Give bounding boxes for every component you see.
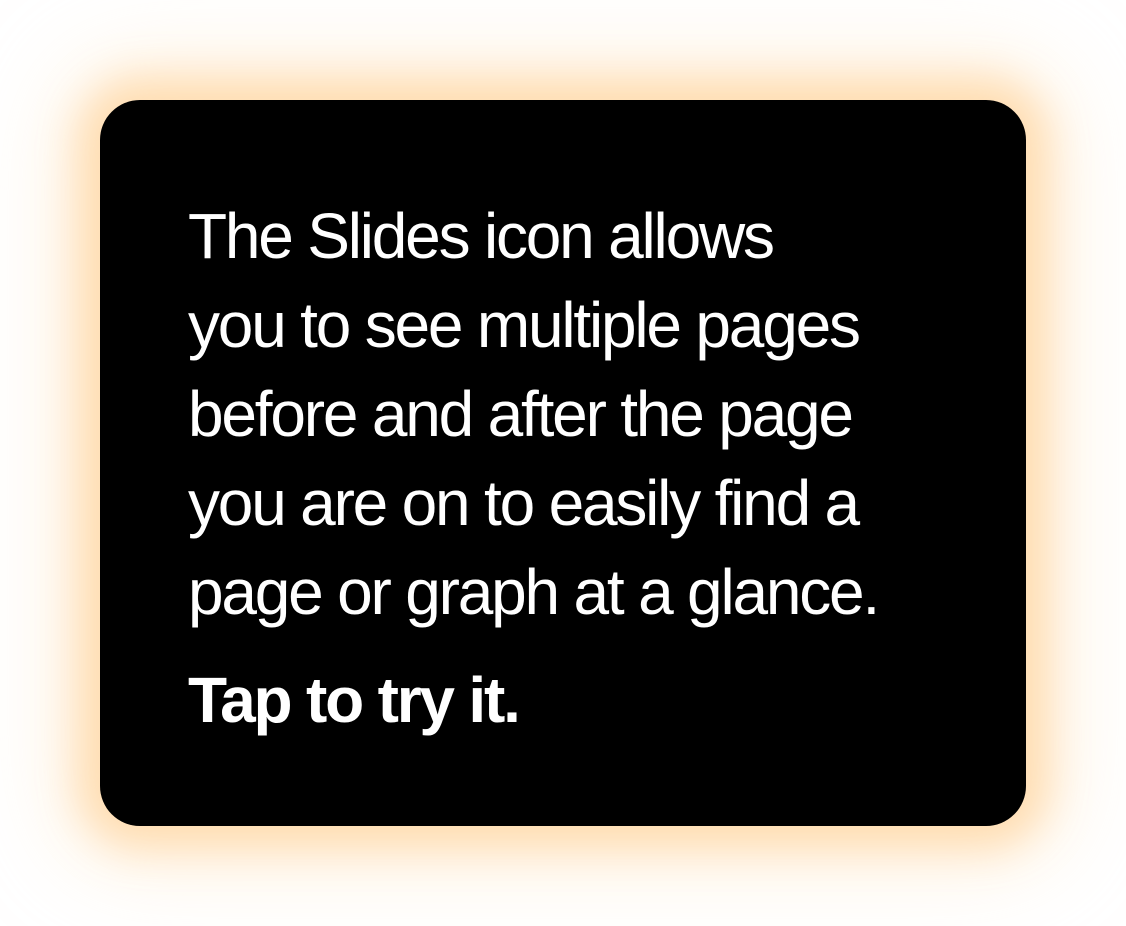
tap-to-try-cta[interactable]: Tap to try it. bbox=[188, 660, 521, 740]
tooltip-description-line: page or graph at a glance. bbox=[188, 556, 880, 628]
tooltip-description-line: you to see multiple pages bbox=[188, 289, 861, 361]
tooltip-description-line: you are on to easily find a bbox=[188, 467, 860, 539]
tooltip-description: The Slides icon allows you to see multip… bbox=[188, 192, 968, 637]
onboarding-stage: The Slides icon allows you to see multip… bbox=[0, 0, 1126, 926]
tooltip-description-line: before and after the page bbox=[188, 378, 854, 450]
tooltip-description-line: The Slides icon allows bbox=[188, 200, 775, 272]
slides-tooltip-card[interactable]: The Slides icon allows you to see multip… bbox=[100, 100, 1026, 826]
